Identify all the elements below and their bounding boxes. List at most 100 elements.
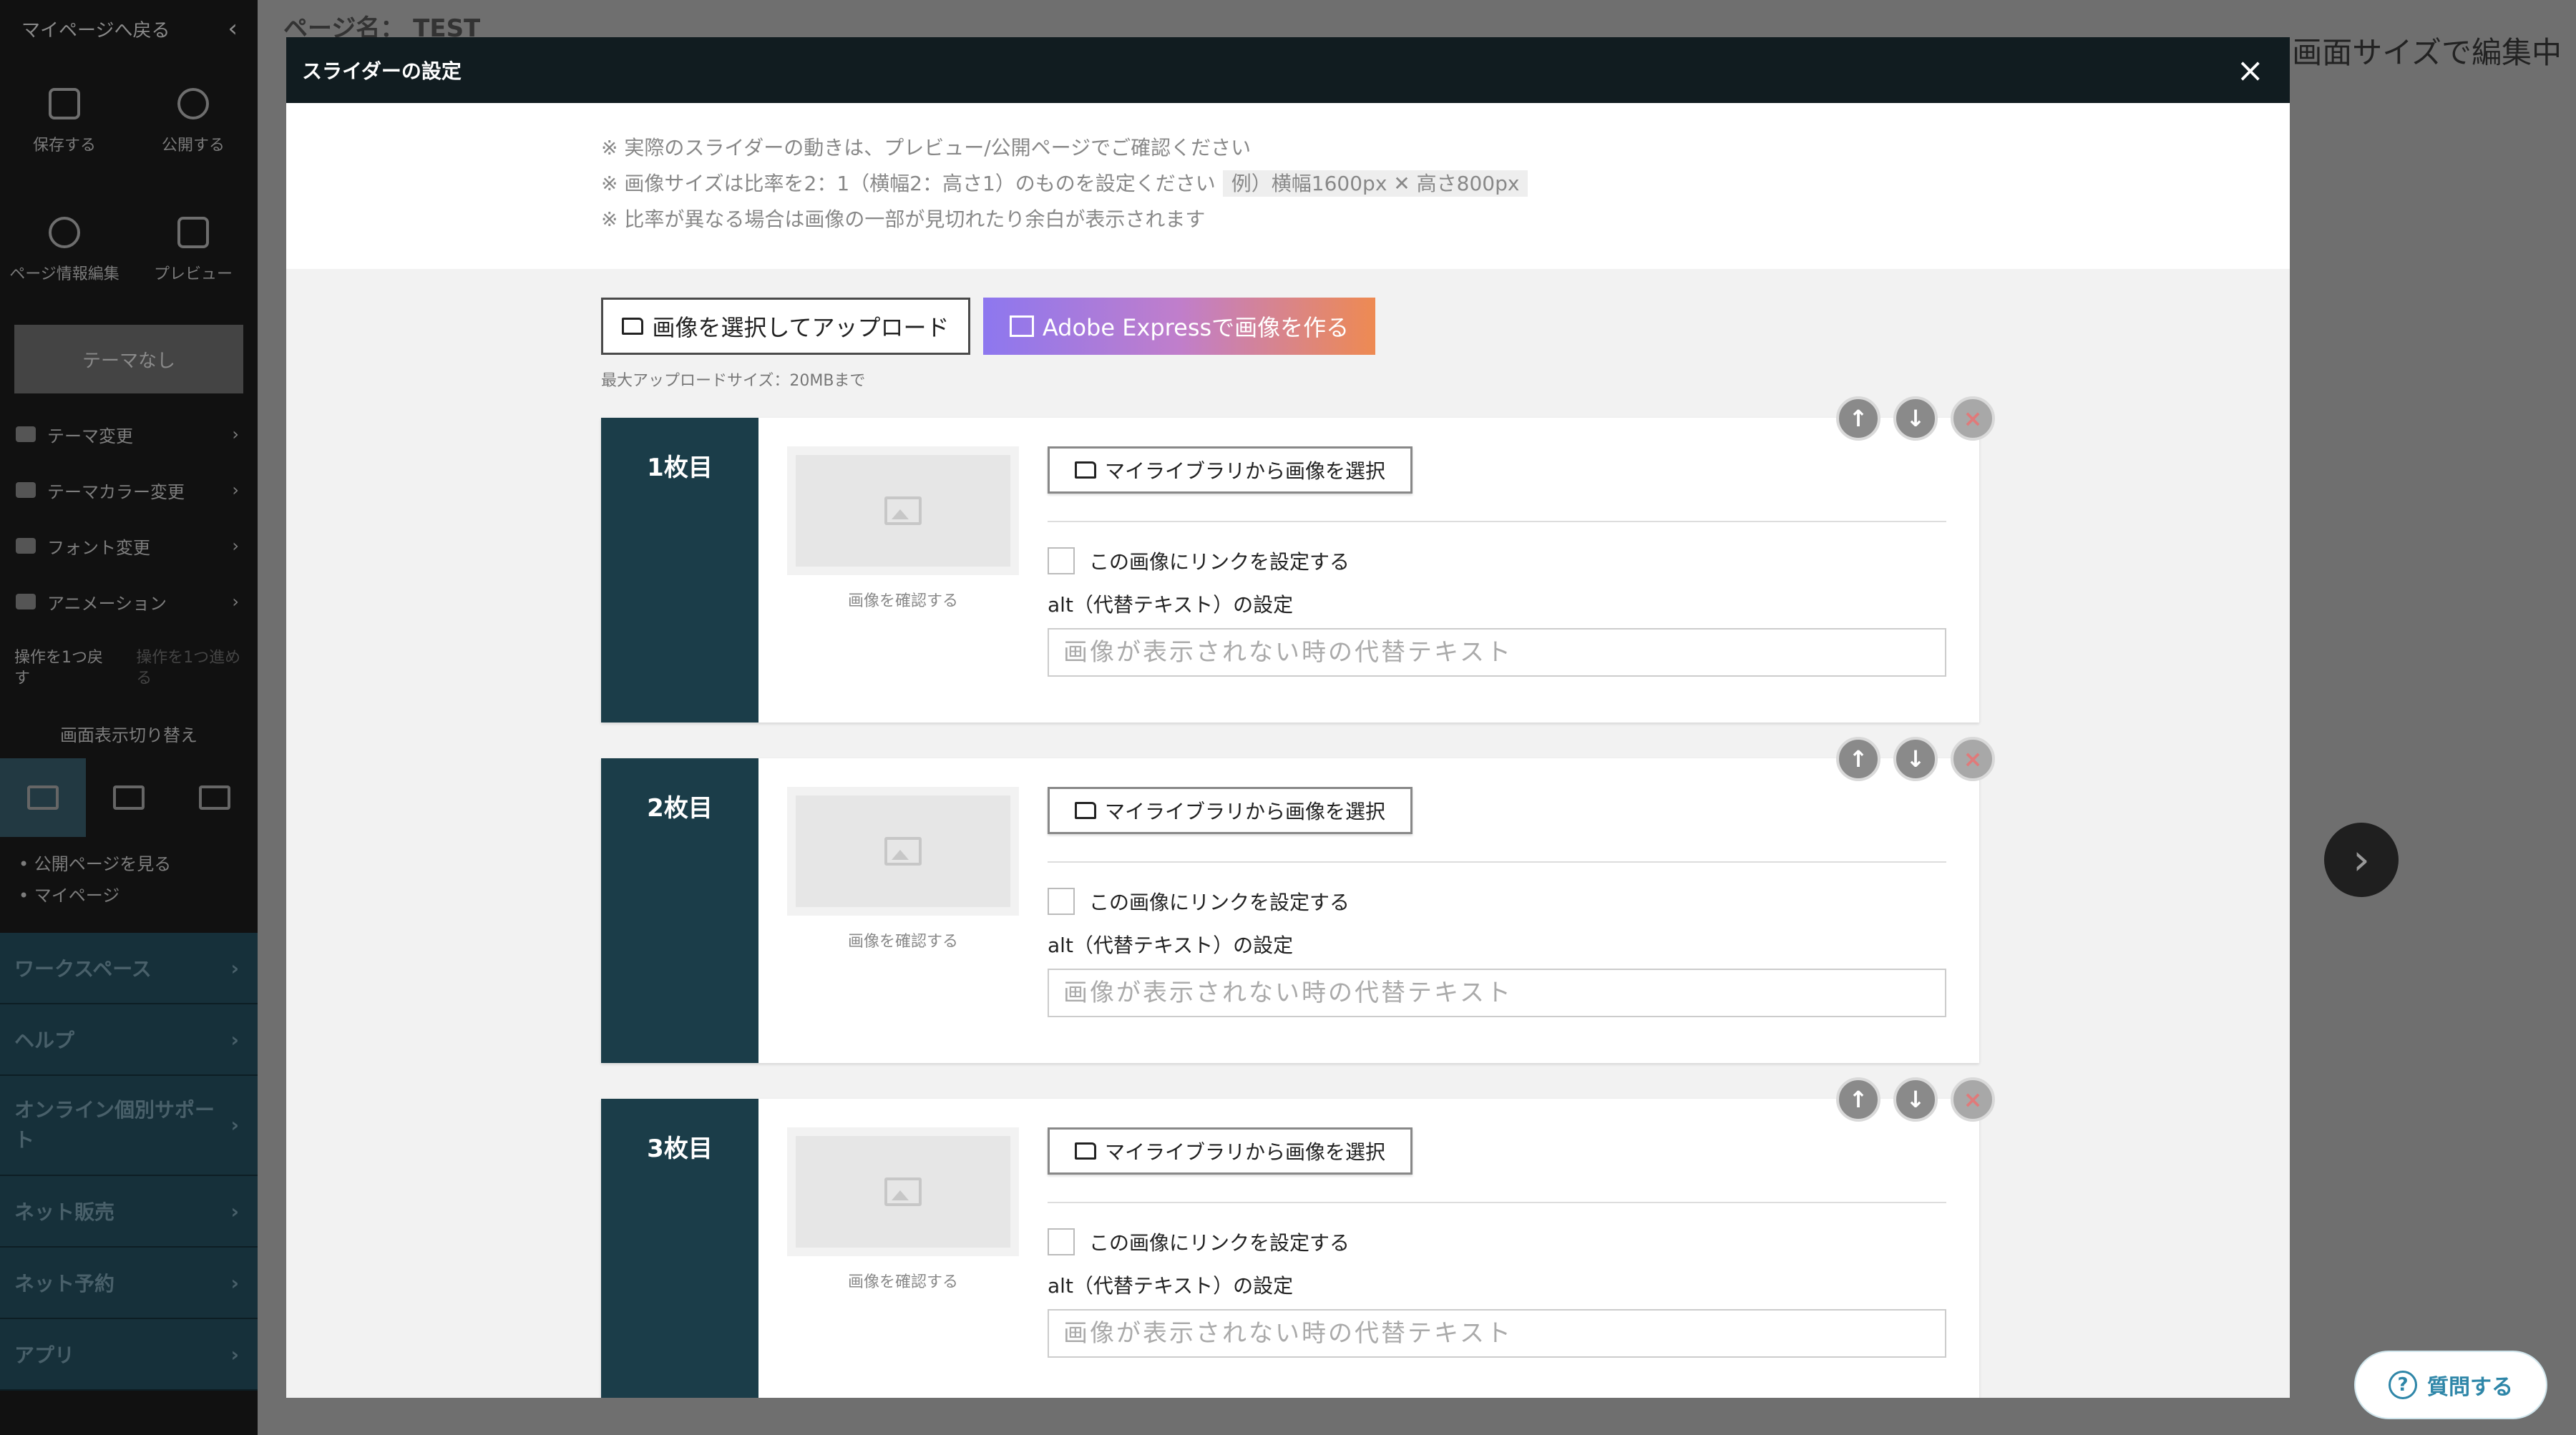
sidebar-item-label: フォント変更 xyxy=(47,537,150,558)
move-up-button[interactable]: ↑ xyxy=(1836,737,1880,781)
confirm-image-link[interactable]: 画像を確認する xyxy=(787,929,1019,951)
upload-image-button[interactable]: 画像を選択してアップロード xyxy=(601,298,970,355)
adobe-label: Adobe Expressで画像を作る xyxy=(1042,314,1350,341)
undo-button[interactable]: 操作を1つ戻す xyxy=(14,648,107,689)
delete-slide-button[interactable]: × xyxy=(1951,396,1995,441)
sidebar-item-animation[interactable]: アニメーション › xyxy=(0,574,258,630)
theme-none-button[interactable]: テーマなし xyxy=(14,325,243,393)
notes-section: ※ 実際のスライダーの動きは、プレビュー/公開ページでご確認ください ※ 画像サ… xyxy=(286,103,2290,269)
chevron-right-icon: › xyxy=(2353,835,2370,885)
ask-label: 質問する xyxy=(2427,1375,2513,1400)
link-checkbox[interactable] xyxy=(1048,547,1075,574)
alt-label: alt（代替テキスト）の設定 xyxy=(1048,1274,1294,1298)
save-label: 保存する xyxy=(32,137,96,155)
alt-label: alt（代替テキスト）の設定 xyxy=(1048,593,1294,617)
sidebar-section-net-sales[interactable]: ネット販売 › xyxy=(0,1176,258,1248)
chevron-right-icon: › xyxy=(230,1113,239,1137)
delete-slide-button[interactable]: × xyxy=(1951,1077,1995,1122)
page-info-label: ページ情報編集 xyxy=(9,265,119,283)
folder-icon xyxy=(622,318,644,335)
sidebar-section-online-support[interactable]: オンライン個別サポート › xyxy=(0,1076,258,1176)
link-checkbox-label: この画像にリンクを設定する xyxy=(1089,1231,1350,1255)
folder-icon xyxy=(1074,1142,1096,1160)
page-info-button[interactable]: ページ情報編集 xyxy=(0,186,129,315)
select-from-library-button[interactable]: マイライブラリから画像を選択 xyxy=(1048,446,1413,494)
slide-card: 3枚目 画像を確認する マイライブラリから画像を選択 この画像にリンクを設定する… xyxy=(601,1077,1995,1398)
preview-button[interactable]: プレビュー xyxy=(129,186,258,315)
sidebar-section-net-reservation[interactable]: ネット予約 › xyxy=(0,1248,258,1319)
alt-text-input[interactable] xyxy=(1048,628,1946,677)
slider-next-button[interactable]: › xyxy=(2324,823,2399,897)
back-label: マイページへ戻る xyxy=(21,19,170,41)
move-down-button[interactable]: ↓ xyxy=(1893,1077,1938,1122)
slide-card: 1枚目 画像を確認する マイライブラリから画像を選択 この画像にリンクを設定する… xyxy=(601,396,1995,723)
chevron-right-icon: › xyxy=(230,1027,239,1052)
confirm-image-link[interactable]: 画像を確認する xyxy=(787,588,1019,611)
document-icon xyxy=(177,217,209,248)
chevron-left-icon: ‹ xyxy=(228,14,238,43)
sidebar-section-workspace[interactable]: ワークスペース › xyxy=(0,933,258,1004)
select-from-library-button[interactable]: マイライブラリから画像を選択 xyxy=(1048,787,1413,834)
move-down-button[interactable]: ↓ xyxy=(1893,396,1938,441)
confirm-image-link[interactable]: 画像を確認する xyxy=(787,1269,1019,1292)
note-ratio: ※ 画像サイズは比率を2：1（横幅2：高さ1）のものを設定ください 例）横幅160… xyxy=(601,166,1975,202)
publish-button[interactable]: 公開する xyxy=(129,57,258,186)
select-from-library-button[interactable]: マイライブラリから画像を選択 xyxy=(1048,1127,1413,1175)
device-mobile-button[interactable] xyxy=(172,758,258,837)
view-public-page-link[interactable]: • 公開ページを見る xyxy=(19,848,258,880)
image-thumbnail[interactable] xyxy=(787,446,1019,575)
font-icon xyxy=(16,538,36,554)
max-upload-size: 最大アップロードサイズ：20MBまで xyxy=(601,372,866,390)
animation-icon xyxy=(16,594,36,609)
save-button[interactable]: 保存する xyxy=(0,57,129,186)
section-label: アプリ xyxy=(14,1343,75,1367)
slide-number: 2枚目 xyxy=(601,758,758,1063)
device-tablet-button[interactable] xyxy=(86,758,172,837)
sidebar-item-label: アニメーション xyxy=(47,593,167,614)
divider xyxy=(1048,521,1946,522)
link-checkbox[interactable] xyxy=(1048,888,1075,915)
device-desktop-button[interactable] xyxy=(0,758,86,837)
sidebar-section-app[interactable]: アプリ › xyxy=(0,1319,258,1391)
sidebar-item-label: テーマ変更 xyxy=(47,426,133,446)
globe-icon xyxy=(177,88,209,119)
delete-slide-button[interactable]: × xyxy=(1951,737,1995,781)
sidebar-item-font[interactable]: フォント変更 › xyxy=(0,518,258,574)
image-placeholder-icon xyxy=(884,837,922,866)
note-crop: ※ 比率が異なる場合は画像の一部が見切れたり余白が表示されます xyxy=(601,207,1206,231)
alt-text-input[interactable] xyxy=(1048,1309,1946,1358)
palette-icon xyxy=(16,482,36,498)
redo-button[interactable]: 操作を1つ進める xyxy=(136,648,243,689)
image-frame-icon xyxy=(1009,315,1034,337)
link-checkbox-label: この画像にリンクを設定する xyxy=(1089,550,1350,574)
display-switch-label: 画面表示切り替え xyxy=(60,725,197,745)
link-checkbox[interactable] xyxy=(1048,1228,1075,1255)
adobe-express-button[interactable]: Adobe Expressで画像を作る xyxy=(983,298,1375,355)
sidebar-item-theme-color[interactable]: テーマカラー変更 › xyxy=(0,462,258,518)
sidebar-section-help[interactable]: ヘルプ › xyxy=(0,1004,258,1076)
example-size-badge: 例）横幅1600px ✕ 高さ800px xyxy=(1222,170,1528,197)
move-down-button[interactable]: ↓ xyxy=(1893,737,1938,781)
move-up-button[interactable]: ↑ xyxy=(1836,1077,1880,1122)
modal-header: スライダーの設定 × xyxy=(286,37,2290,103)
sidebar-item-theme[interactable]: テーマ変更 › xyxy=(0,406,258,462)
alt-text-input[interactable] xyxy=(1048,969,1946,1017)
slide-number: 1枚目 xyxy=(601,418,758,723)
image-thumbnail[interactable] xyxy=(787,1127,1019,1256)
sidebar: マイページへ戻る ‹ 保存する 公開する ページ情報編集 プレビュー テーマなし… xyxy=(0,0,258,1435)
slide-card: 2枚目 画像を確認する マイライブラリから画像を選択 この画像にリンクを設定する… xyxy=(601,737,1995,1063)
move-up-button[interactable]: ↑ xyxy=(1836,396,1880,441)
chevron-right-icon: › xyxy=(232,424,239,444)
section-label: ヘルプ xyxy=(14,1029,75,1052)
back-to-mypage-link[interactable]: マイページへ戻る ‹ xyxy=(0,0,258,57)
close-icon[interactable]: × xyxy=(2236,54,2264,87)
mypage-link[interactable]: • マイページ xyxy=(19,880,258,911)
ask-question-button[interactable]: ? 質問する xyxy=(2354,1351,2547,1419)
image-thumbnail[interactable] xyxy=(787,787,1019,916)
preview-label: プレビュー xyxy=(153,265,233,283)
chevron-right-icon: › xyxy=(232,480,239,500)
modal-title: スライダーの設定 xyxy=(302,59,462,83)
library-label: マイライブラリから画像を選択 xyxy=(1104,800,1385,823)
slider-settings-modal: スライダーの設定 × ※ 実際のスライダーの動きは、プレビュー/公開ページでご確… xyxy=(286,37,2290,1398)
question-icon: ? xyxy=(2389,1371,2417,1399)
